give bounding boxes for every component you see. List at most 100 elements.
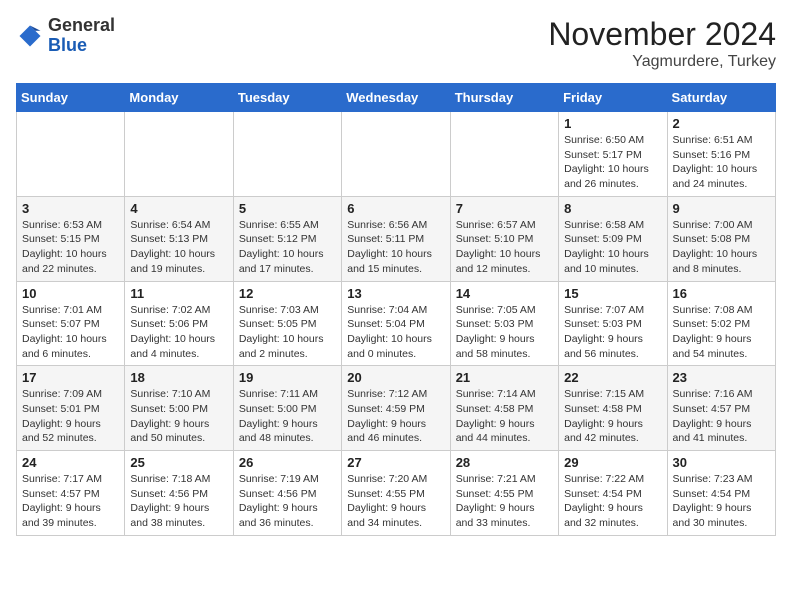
day-number: 5 bbox=[239, 201, 336, 216]
calendar-cell: 19 Sunrise: 7:11 AM Sunset: 5:00 PM Dayli… bbox=[233, 366, 341, 451]
day-info: Sunrise: 7:15 AM Sunset: 4:58 PM Dayligh… bbox=[564, 387, 661, 446]
day-info: Sunrise: 7:16 AM Sunset: 4:57 PM Dayligh… bbox=[673, 387, 770, 446]
calendar-body: 1 Sunrise: 6:50 AM Sunset: 5:17 PM Daylig… bbox=[17, 112, 776, 536]
title-block: November 2024 Yagmurdere, Turkey bbox=[548, 16, 776, 71]
calendar-cell: 18Sunrise: 7:10 AM Sunset: 5:00 PM Dayli… bbox=[125, 366, 233, 451]
weekday-header-wednesday: Wednesday bbox=[342, 84, 450, 112]
calendar-week-4: 17 Sunrise: 7:09 AM Sunset: 5:01 PM Dayli… bbox=[17, 366, 776, 451]
calendar-cell bbox=[450, 112, 558, 197]
day-info: Sunrise: 7:00 AM Sunset: 5:08 PM Dayligh… bbox=[673, 218, 770, 277]
calendar-cell: 7 Sunrise: 6:57 AM Sunset: 5:10 PM Daylig… bbox=[450, 196, 558, 281]
day-info: Sunrise: 7:03 AM Sunset: 5:05 PM Dayligh… bbox=[239, 303, 336, 362]
day-number: 30 bbox=[673, 455, 770, 470]
calendar-cell bbox=[233, 112, 341, 197]
day-number: 4 bbox=[130, 201, 227, 216]
day-info: Sunrise: 6:50 AM Sunset: 5:17 PM Dayligh… bbox=[564, 133, 661, 192]
day-number: 21 bbox=[456, 370, 553, 385]
day-number: 1 bbox=[564, 116, 661, 131]
day-number: 26 bbox=[239, 455, 336, 470]
calendar-cell: 16Sunrise: 7:08 AM Sunset: 5:02 PM Dayli… bbox=[667, 281, 775, 366]
calendar-week-5: 24 Sunrise: 7:17 AM Sunset: 4:57 PM Dayli… bbox=[17, 451, 776, 536]
calendar-table: SundayMondayTuesdayWednesdayThursdayFrid… bbox=[16, 83, 776, 536]
calendar-cell bbox=[17, 112, 125, 197]
day-number: 29 bbox=[564, 455, 661, 470]
calendar-cell: 14 Sunrise: 7:05 AM Sunset: 5:03 PM Dayli… bbox=[450, 281, 558, 366]
day-info: Sunrise: 7:17 AM Sunset: 4:57 PM Dayligh… bbox=[22, 472, 119, 531]
day-number: 14 bbox=[456, 286, 553, 301]
day-number: 6 bbox=[347, 201, 444, 216]
day-number: 11 bbox=[130, 286, 227, 301]
calendar-week-2: 3 Sunrise: 6:53 AM Sunset: 5:15 PM Daylig… bbox=[17, 196, 776, 281]
day-number: 9 bbox=[673, 201, 770, 216]
day-info: Sunrise: 7:09 AM Sunset: 5:01 PM Dayligh… bbox=[22, 387, 119, 446]
day-number: 10 bbox=[22, 286, 119, 301]
calendar-cell: 26Sunrise: 7:19 AM Sunset: 4:56 PM Dayli… bbox=[233, 451, 341, 536]
calendar-cell: 27 Sunrise: 7:20 AM Sunset: 4:55 PM Dayli… bbox=[342, 451, 450, 536]
calendar-cell bbox=[342, 112, 450, 197]
day-number: 2 bbox=[673, 116, 770, 131]
day-number: 8 bbox=[564, 201, 661, 216]
day-number: 22 bbox=[564, 370, 661, 385]
day-info: Sunrise: 6:55 AM Sunset: 5:12 PM Dayligh… bbox=[239, 218, 336, 277]
logo-general-text: General bbox=[48, 15, 115, 35]
calendar-cell bbox=[125, 112, 233, 197]
day-info: Sunrise: 7:05 AM Sunset: 5:03 PM Dayligh… bbox=[456, 303, 553, 362]
day-number: 24 bbox=[22, 455, 119, 470]
day-number: 15 bbox=[564, 286, 661, 301]
logo: General Blue bbox=[16, 16, 115, 56]
calendar-week-3: 10 Sunrise: 7:01 AM Sunset: 5:07 PM Dayli… bbox=[17, 281, 776, 366]
day-info: Sunrise: 7:21 AM Sunset: 4:55 PM Dayligh… bbox=[456, 472, 553, 531]
day-info: Sunrise: 7:07 AM Sunset: 5:03 PM Dayligh… bbox=[564, 303, 661, 362]
calendar-cell: 20 Sunrise: 7:12 AM Sunset: 4:59 PM Dayli… bbox=[342, 366, 450, 451]
day-info: Sunrise: 6:57 AM Sunset: 5:10 PM Dayligh… bbox=[456, 218, 553, 277]
day-info: Sunrise: 6:53 AM Sunset: 5:15 PM Dayligh… bbox=[22, 218, 119, 277]
day-number: 16 bbox=[673, 286, 770, 301]
calendar-cell: 23 Sunrise: 7:16 AM Sunset: 4:57 PM Dayli… bbox=[667, 366, 775, 451]
calendar-cell: 1 Sunrise: 6:50 AM Sunset: 5:17 PM Daylig… bbox=[559, 112, 667, 197]
day-info: Sunrise: 7:02 AM Sunset: 5:06 PM Dayligh… bbox=[130, 303, 227, 362]
day-number: 20 bbox=[347, 370, 444, 385]
calendar-cell: 13 Sunrise: 7:04 AM Sunset: 5:04 PM Dayli… bbox=[342, 281, 450, 366]
day-info: Sunrise: 6:58 AM Sunset: 5:09 PM Dayligh… bbox=[564, 218, 661, 277]
day-number: 12 bbox=[239, 286, 336, 301]
day-info: Sunrise: 6:51 AM Sunset: 5:16 PM Dayligh… bbox=[673, 133, 770, 192]
day-info: Sunrise: 7:14 AM Sunset: 4:58 PM Dayligh… bbox=[456, 387, 553, 446]
calendar-cell: 17 Sunrise: 7:09 AM Sunset: 5:01 PM Dayli… bbox=[17, 366, 125, 451]
day-info: Sunrise: 7:18 AM Sunset: 4:56 PM Dayligh… bbox=[130, 472, 227, 531]
day-number: 19 bbox=[239, 370, 336, 385]
day-number: 13 bbox=[347, 286, 444, 301]
day-info: Sunrise: 7:22 AM Sunset: 4:54 PM Dayligh… bbox=[564, 472, 661, 531]
calendar-cell: 11 Sunrise: 7:02 AM Sunset: 5:06 PM Dayli… bbox=[125, 281, 233, 366]
day-number: 7 bbox=[456, 201, 553, 216]
day-number: 17 bbox=[22, 370, 119, 385]
day-number: 25 bbox=[130, 455, 227, 470]
calendar-cell: 15 Sunrise: 7:07 AM Sunset: 5:03 PM Dayli… bbox=[559, 281, 667, 366]
day-info: Sunrise: 6:56 AM Sunset: 5:11 PM Dayligh… bbox=[347, 218, 444, 277]
logo-icon bbox=[16, 22, 44, 50]
calendar-cell: 2 Sunrise: 6:51 AM Sunset: 5:16 PM Daylig… bbox=[667, 112, 775, 197]
weekday-header-monday: Monday bbox=[125, 84, 233, 112]
day-info: Sunrise: 6:54 AM Sunset: 5:13 PM Dayligh… bbox=[130, 218, 227, 277]
day-info: Sunrise: 7:04 AM Sunset: 5:04 PM Dayligh… bbox=[347, 303, 444, 362]
day-info: Sunrise: 7:10 AM Sunset: 5:00 PM Dayligh… bbox=[130, 387, 227, 446]
calendar-header: SundayMondayTuesdayWednesdayThursdayFrid… bbox=[17, 84, 776, 112]
day-number: 27 bbox=[347, 455, 444, 470]
calendar-cell: 4 Sunrise: 6:54 AM Sunset: 5:13 PM Daylig… bbox=[125, 196, 233, 281]
calendar-cell: 22 Sunrise: 7:15 AM Sunset: 4:58 PM Dayli… bbox=[559, 366, 667, 451]
day-info: Sunrise: 7:01 AM Sunset: 5:07 PM Dayligh… bbox=[22, 303, 119, 362]
day-number: 23 bbox=[673, 370, 770, 385]
weekday-header-thursday: Thursday bbox=[450, 84, 558, 112]
day-info: Sunrise: 7:11 AM Sunset: 5:00 PM Dayligh… bbox=[239, 387, 336, 446]
calendar-cell: 25 Sunrise: 7:18 AM Sunset: 4:56 PM Dayli… bbox=[125, 451, 233, 536]
page-header: General Blue November 2024 Yagmurdere, T… bbox=[16, 16, 776, 71]
day-info: Sunrise: 7:20 AM Sunset: 4:55 PM Dayligh… bbox=[347, 472, 444, 531]
calendar-cell: 24 Sunrise: 7:17 AM Sunset: 4:57 PM Dayli… bbox=[17, 451, 125, 536]
weekday-header-row: SundayMondayTuesdayWednesdayThursdayFrid… bbox=[17, 84, 776, 112]
calendar-cell: 8 Sunrise: 6:58 AM Sunset: 5:09 PM Daylig… bbox=[559, 196, 667, 281]
calendar-cell: 6 Sunrise: 6:56 AM Sunset: 5:11 PM Daylig… bbox=[342, 196, 450, 281]
day-number: 3 bbox=[22, 201, 119, 216]
calendar-cell: 9 Sunrise: 7:00 AM Sunset: 5:08 PM Daylig… bbox=[667, 196, 775, 281]
calendar-week-1: 1 Sunrise: 6:50 AM Sunset: 5:17 PM Daylig… bbox=[17, 112, 776, 197]
month-title: November 2024 bbox=[548, 16, 776, 53]
day-info: Sunrise: 7:12 AM Sunset: 4:59 PM Dayligh… bbox=[347, 387, 444, 446]
